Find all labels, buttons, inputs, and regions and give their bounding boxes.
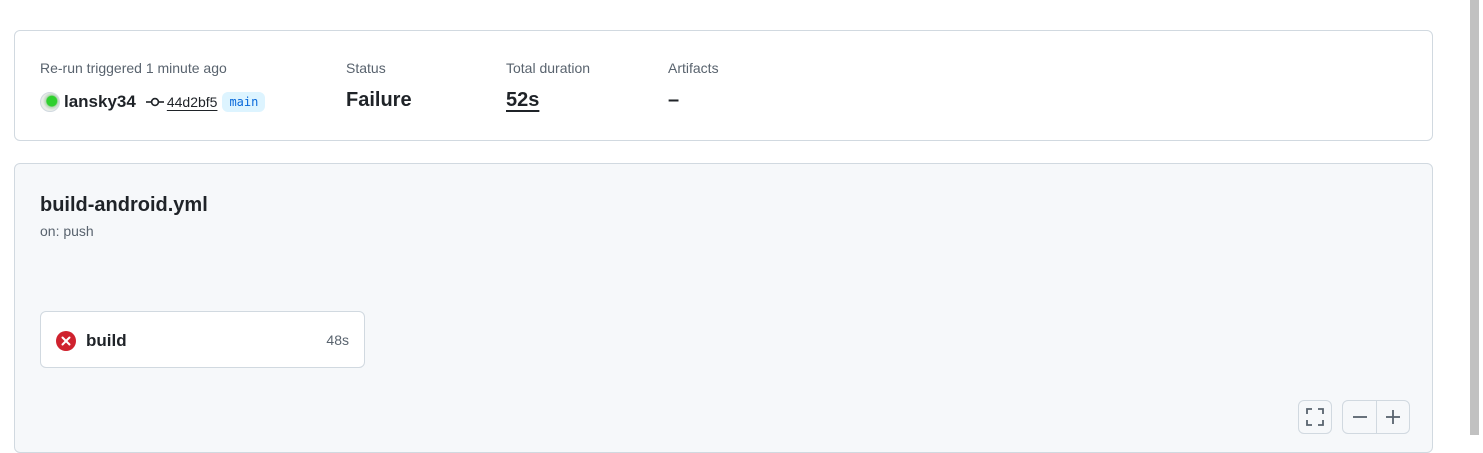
failure-x-icon: [56, 331, 76, 351]
job-card-build[interactable]: build 48s: [40, 311, 365, 368]
job-duration: 48s: [326, 332, 349, 348]
status-label: Status: [346, 60, 386, 76]
run-summary-card: Re-run triggered 1 minute ago lansky34 4…: [14, 30, 1433, 141]
status-value: Failure: [346, 89, 412, 111]
artifacts-label: Artifacts: [668, 60, 719, 76]
avatar[interactable]: [40, 92, 60, 112]
actor-link[interactable]: lansky34: [64, 92, 136, 112]
trigger-info: lansky34 44d2bf5 main: [40, 90, 266, 114]
duration-link[interactable]: 52s: [506, 89, 539, 112]
zoom-out-button[interactable]: [1343, 401, 1377, 433]
fullscreen-icon: [1306, 408, 1324, 426]
trigger-label: Re-run triggered 1 minute ago: [40, 60, 227, 76]
workflow-graph-panel: build-android.yml on: push build 48s: [14, 163, 1433, 453]
workflow-file-name[interactable]: build-android.yml: [40, 194, 208, 217]
minus-icon: [1353, 416, 1367, 418]
scrollbar-thumb[interactable]: [1470, 0, 1479, 435]
duration-label: Total duration: [506, 60, 591, 76]
workflow-trigger: on: push: [40, 223, 94, 239]
plus-icon: [1386, 410, 1400, 424]
artifacts-value: –: [668, 89, 680, 111]
zoom-controls: [1342, 400, 1410, 434]
branch-badge[interactable]: main: [222, 92, 266, 112]
fullscreen-button[interactable]: [1298, 400, 1332, 434]
commit-sha-link[interactable]: 44d2bf5: [167, 94, 218, 110]
git-commit-icon: [145, 97, 164, 107]
job-name: build: [86, 331, 127, 350]
zoom-in-button[interactable]: [1377, 401, 1410, 433]
